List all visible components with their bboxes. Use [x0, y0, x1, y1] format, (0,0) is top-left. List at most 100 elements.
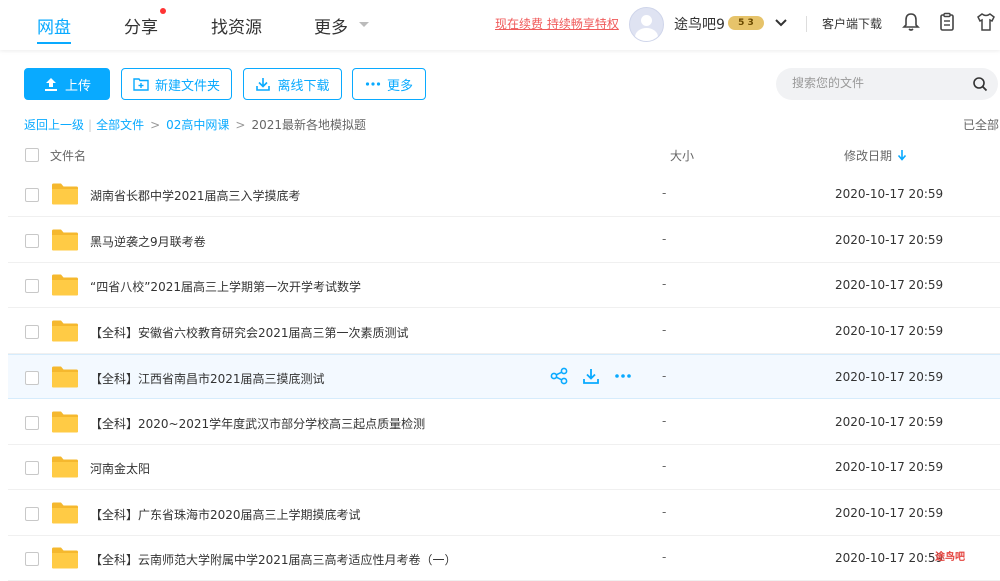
file-name[interactable]: 黑马逆袭之9月联考卷 — [90, 233, 206, 250]
breadcrumb: 返回上一级 | 全部文件 > 02高中网课 > 2021最新各地模拟题 — [24, 116, 366, 133]
tab-share-label: 分享 — [124, 17, 158, 38]
file-size: - — [662, 413, 667, 428]
row-checkbox[interactable] — [25, 233, 39, 248]
shirt-icon[interactable] — [975, 11, 997, 33]
divider — [806, 16, 807, 32]
file-name[interactable]: 河南金太阳 — [90, 460, 150, 477]
file-date: 2020-10-17 20:59 — [835, 460, 944, 474]
table-row[interactable]: 河南金太阳 - 2020-10-17 20:59 — [8, 445, 1000, 490]
breadcrumb-back[interactable]: 返回上一级 — [24, 116, 84, 133]
row-checkbox[interactable] — [25, 552, 39, 566]
table-row[interactable]: 【全科】安徽省六校教育研究会2021届高三第一次素质测试 - 2020-10-17 … — [8, 309, 1000, 354]
table-row[interactable]: 【全科】江西省南昌市2021届高三摸底测试 - 2020-10-17 20:59 — [8, 354, 1000, 399]
search-input[interactable] — [790, 75, 964, 91]
upload-label: 上传 — [64, 78, 91, 94]
folder-icon — [52, 547, 78, 569]
row-actions — [550, 367, 632, 385]
breadcrumb-folder[interactable]: 02高中网课 — [166, 116, 229, 133]
tab-netdisk[interactable]: 网盘 — [37, 0, 71, 50]
table-row[interactable]: “四省八校”2021届高三上学期第一次开学考试数学 - 2020-10-17 20:… — [8, 263, 1000, 308]
folder-icon — [52, 411, 78, 432]
folder-icon — [52, 229, 78, 250]
upload-icon — [44, 78, 57, 91]
table-row[interactable]: 【全科】云南师范大学附属中学2021届高三高考适应性月考卷（一） - 2020-10… — [8, 536, 1000, 581]
notification-dot — [160, 8, 166, 14]
more-button[interactable]: 更多 — [352, 68, 426, 100]
file-date: 2020-10-17 20:59 — [835, 232, 944, 247]
search-box — [776, 68, 998, 100]
file-size: - — [662, 231, 667, 246]
file-date: 2020-10-17 20:59 — [835, 323, 944, 338]
breadcrumb-divider: | — [88, 117, 93, 132]
tab-netdisk-label: 网盘 — [37, 17, 71, 38]
renew-promo-link[interactable]: 现在续费 持续畅享特权 — [495, 15, 619, 32]
file-name[interactable]: 【全科】2020~2021学年度武汉市部分学校高三起点质量检测 — [90, 415, 425, 432]
tab-share[interactable]: 分享 — [124, 0, 158, 50]
file-name[interactable]: 【全科】云南师范大学附属中学2021届高三高考适应性月考卷（一） — [90, 551, 457, 568]
share-icon[interactable] — [550, 367, 568, 385]
row-checkbox[interactable] — [25, 371, 39, 385]
table-row[interactable]: 黑马逆袭之9月联考卷 - 2020-10-17 20:59 — [8, 218, 1000, 263]
new-folder-button[interactable]: 新建文件夹 — [121, 68, 232, 100]
client-download-link[interactable]: 客户端下载 — [822, 15, 882, 32]
download-icon[interactable] — [582, 367, 600, 385]
new-folder-label: 新建文件夹 — [154, 78, 220, 94]
breadcrumb-all-files[interactable]: 全部文件 — [96, 116, 144, 133]
vip-badge: 5 3 — [728, 16, 764, 30]
file-size: - — [662, 277, 667, 291]
file-date: 2020-10-17 20:59 — [835, 551, 944, 565]
row-checkbox[interactable] — [25, 279, 39, 293]
file-name[interactable]: 【全科】广东省珠海市2020届高三上学期摸底考试 — [90, 506, 361, 523]
avatar[interactable] — [629, 7, 664, 42]
offline-download-label: 离线下载 — [277, 78, 330, 94]
select-all-checkbox[interactable] — [25, 148, 39, 162]
file-size: - — [662, 504, 667, 519]
table-row[interactable]: 湖南省长郡中学2021届高三入学摸底考 - 2020-10-17 20:59 — [8, 172, 1000, 217]
column-name[interactable]: 文件名 — [50, 147, 86, 164]
clipboard-icon[interactable] — [936, 11, 958, 33]
chevron-down-icon[interactable] — [774, 16, 788, 30]
row-checkbox[interactable] — [25, 324, 39, 339]
table-row[interactable]: 【全科】广东省珠海市2020届高三上学期摸底考试 - 2020-10-17 20:5… — [8, 491, 1000, 536]
file-name[interactable]: 【全科】安徽省六校教育研究会2021届高三第一次素质测试 — [90, 324, 409, 341]
file-name[interactable]: “四省八校”2021届高三上学期第一次开学考试数学 — [90, 278, 361, 295]
tab-find-resources[interactable]: 找资源 — [211, 0, 262, 50]
table-row[interactable]: 【全科】2020~2021学年度武汉市部分学校高三起点质量检测 - 2020-10-… — [8, 400, 1000, 445]
row-checkbox[interactable] — [25, 188, 39, 202]
folder-icon — [52, 274, 78, 296]
file-date: 2020-10-17 20:59 — [835, 370, 944, 384]
offline-download-button[interactable]: 离线下载 — [243, 68, 342, 100]
file-size: - — [662, 322, 667, 337]
row-checkbox[interactable] — [25, 506, 39, 521]
caret-down-icon — [359, 22, 369, 27]
download-icon — [256, 78, 271, 91]
top-navigation: 网盘 分享 找资源 更多 现在续费 持续畅享特权 途鸟吧9 5 3 客户端下载 — [0, 0, 1000, 50]
file-date: 2020-10-17 20:59 — [835, 505, 944, 520]
row-checkbox[interactable] — [25, 461, 39, 475]
breadcrumb-current: 2021最新各地模拟题 — [251, 118, 367, 132]
folder-icon — [52, 183, 78, 205]
folder-icon — [52, 320, 78, 341]
username[interactable]: 途鸟吧9 — [674, 14, 725, 34]
search-icon[interactable] — [972, 76, 988, 92]
column-size[interactable]: 大小 — [670, 147, 694, 164]
column-date[interactable]: 修改日期 — [844, 147, 892, 164]
more-dots-icon[interactable] — [614, 367, 632, 385]
tab-find-resources-label: 找资源 — [211, 17, 262, 38]
sort-down-icon[interactable] — [897, 149, 907, 161]
file-size: - — [662, 459, 667, 473]
file-size: - — [662, 186, 667, 200]
file-name[interactable]: 湖南省长郡中学2021届高三入学摸底考 — [90, 187, 301, 204]
tab-more[interactable]: 更多 — [314, 0, 370, 50]
folder-icon — [52, 456, 78, 478]
more-dots-icon — [365, 82, 381, 86]
row-checkbox[interactable] — [25, 415, 39, 430]
bell-icon[interactable] — [900, 11, 922, 33]
file-name[interactable]: 【全科】江西省南昌市2021届高三摸底测试 — [90, 370, 325, 387]
file-size: - — [662, 369, 667, 383]
tab-more-label: 更多 — [314, 17, 348, 38]
file-date: 2020-10-17 20:59 — [835, 187, 944, 201]
folder-icon — [52, 366, 78, 388]
upload-button[interactable]: 上传 — [24, 68, 110, 100]
table-header: 文件名 大小 修改日期 — [0, 142, 1000, 168]
